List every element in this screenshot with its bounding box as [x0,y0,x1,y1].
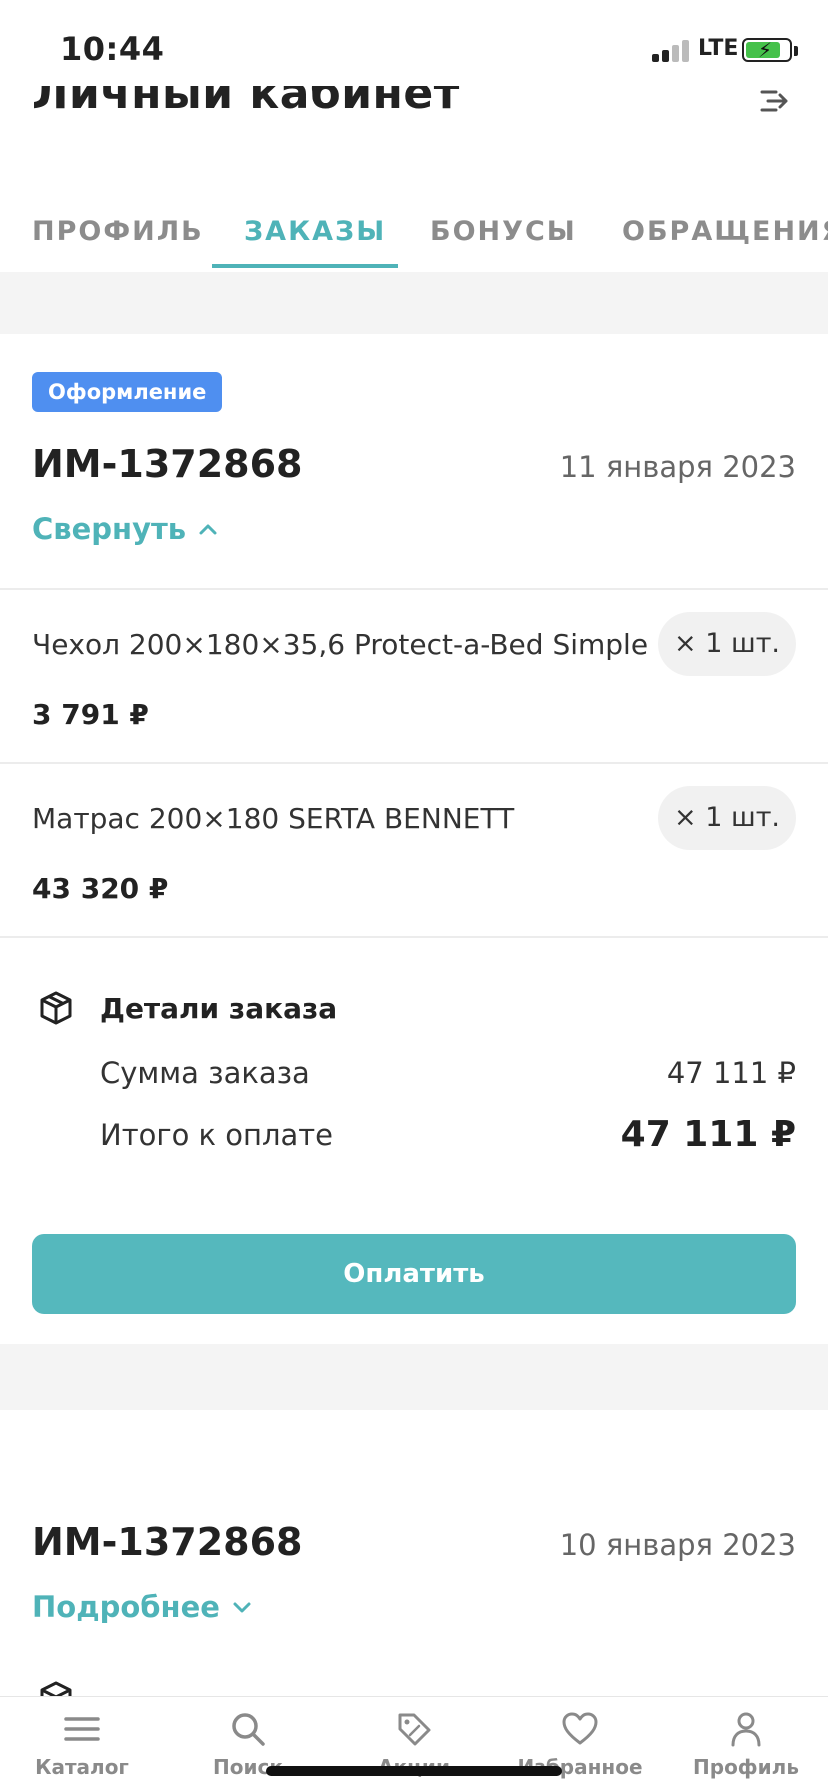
nav-label: Каталог [35,1755,129,1779]
status-time: 10:44 [60,30,165,68]
tab-profile[interactable]: ПРОФИЛЬ [32,216,204,247]
details-title: Детали заказа [100,992,338,1025]
bottom-nav: Каталог Поиск Акции Избранное Профиль [0,1696,828,1792]
battery-nub [794,46,798,56]
user-icon [731,1712,761,1747]
status-badge: Оформление [32,372,223,412]
order-date: 11 января 2023 [559,450,796,484]
box-icon [40,991,72,1025]
order-card: ИМ-1372868 10 января 2023 Подробнее [0,1410,828,1715]
search-icon [232,1713,265,1746]
order-date: 10 января 2023 [559,1528,796,1562]
expand-label: Подробнее [32,1590,220,1624]
status-bar: 10:44 LTE ⚡ [0,0,828,86]
sum-value: 47 111 ₽ [666,1056,796,1090]
item-price: 43 320 ₽ [32,872,169,905]
order-card: Оформление ИМ-1372868 11 января 2023 Све… [0,334,828,1344]
item-price: 3 791 ₽ [32,698,149,731]
item-quantity: × 1 шт. [658,612,796,676]
expand-toggle[interactable]: Подробнее [32,1590,252,1624]
order-number: ИМ-1372868 [32,442,303,486]
tab-orders[interactable]: ЗАКАЗЫ [244,216,386,247]
item-name: Матрас 200×180 SERTA BENNETT [32,802,515,835]
header: 10:44 LTE ⚡ Личный кабинет ПРОФИЛЬ ЗАКАЗ… [0,0,828,272]
total-value: 47 111 ₽ [620,1114,796,1155]
home-indicator [266,1766,562,1776]
order-details: Детали заказа Сумма заказа 47 111 ₽ Итог… [0,936,828,1236]
nav-profile[interactable]: Профиль [671,1709,821,1779]
collapse-label: Свернуть [32,512,187,546]
network-type: LTE [698,36,739,61]
nav-catalog[interactable]: Каталог [7,1709,157,1779]
item-quantity: × 1 шт. [658,786,796,850]
total-label: Итого к оплате [100,1118,334,1152]
tag-icon [398,1713,431,1746]
order-item: Чехол 200×180×35,6 Protect-a-Bed Simple … [0,588,828,762]
collapse-toggle[interactable]: Свернуть [32,512,218,546]
tab-bonuses[interactable]: БОНУСЫ [430,216,577,247]
tab-requests[interactable]: ОБРАЩЕНИЯ [622,216,828,247]
signal-icon [652,40,692,62]
pay-button[interactable]: Оплатить [32,1234,796,1314]
tab-bar: ПРОФИЛЬ ЗАКАЗЫ БОНУСЫ ОБРАЩЕНИЯ [0,196,828,272]
order-number: ИМ-1372868 [32,1520,303,1564]
sum-label: Сумма заказа [100,1056,310,1090]
chevron-up-icon [199,524,217,535]
logout-icon[interactable] [756,84,790,118]
heart-icon [562,1712,598,1745]
active-tab-indicator [212,264,398,268]
nav-label: Профиль [693,1755,799,1779]
menu-icon [64,1717,100,1741]
item-name: Чехол 200×180×35,6 Protect-a-Bed Simple [32,628,649,661]
battery-icon: ⚡ [742,38,792,62]
order-item: Матрас 200×180 SERTA BENNETT × 1 шт. 43 … [0,762,828,936]
chevron-down-icon [233,1602,251,1613]
